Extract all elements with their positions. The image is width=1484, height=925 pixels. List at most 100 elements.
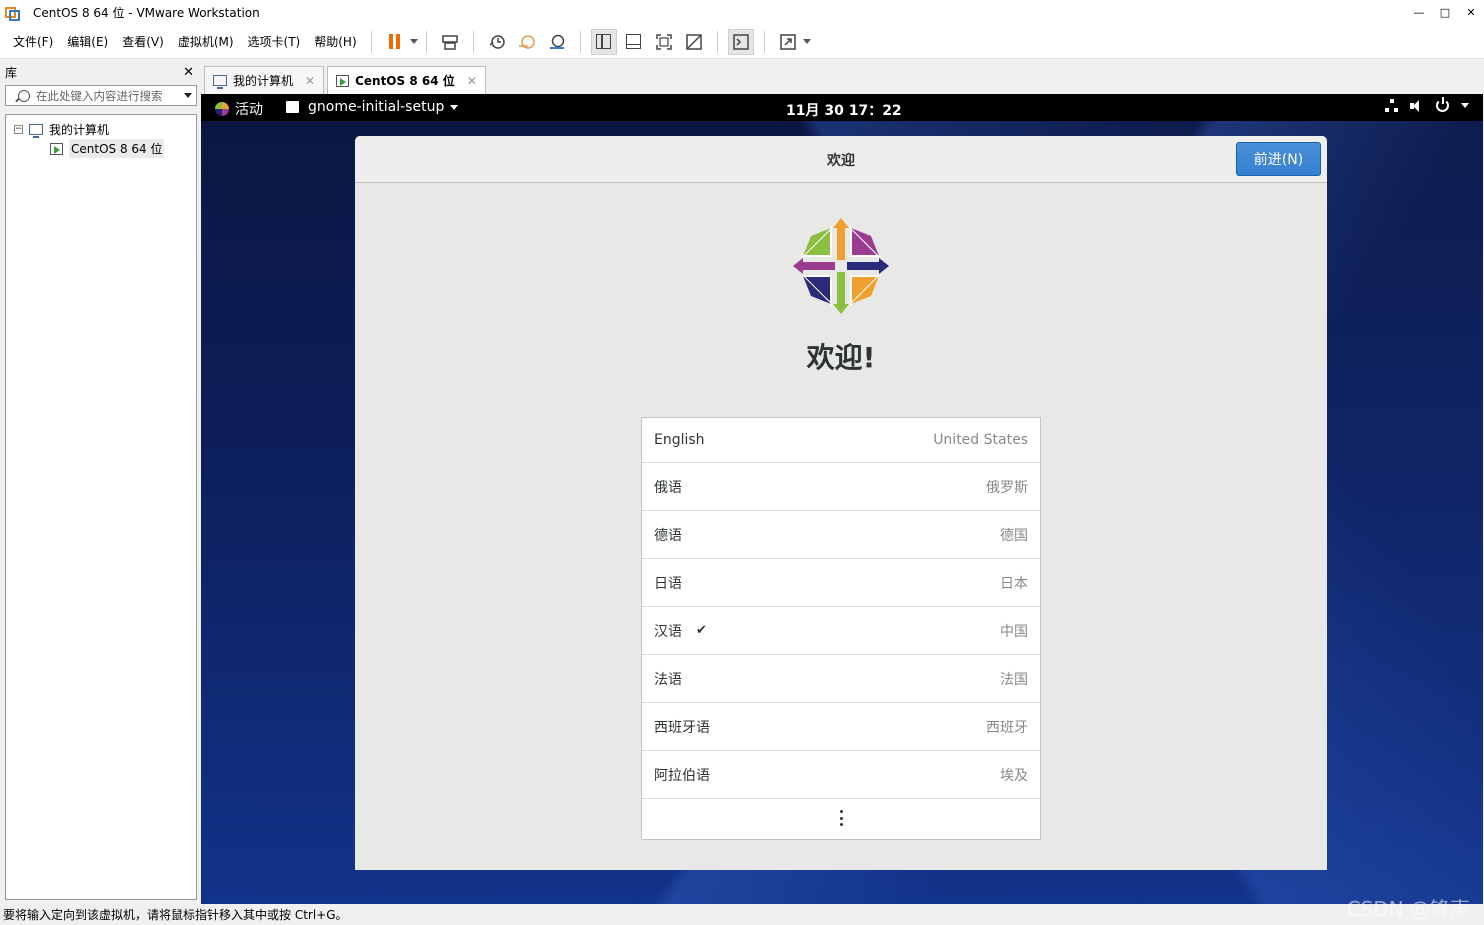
revert-snapshot-button[interactable] [514,29,540,55]
minimize-icon[interactable]: — [1406,0,1432,25]
language-row[interactable]: 日语 日本 [642,559,1040,607]
window-controls: — □ ✕ [1406,0,1484,25]
show-library-button[interactable] [590,28,617,55]
language-name: 汉语 [654,623,682,640]
computer-icon [29,124,43,138]
language-name: 法语 [654,671,682,688]
vm-running-icon [50,142,63,155]
library-search-placeholder: 在此处键入内容进行搜索 [36,88,163,103]
library-view-icon [596,34,612,49]
close-tab-icon[interactable]: ✕ [467,74,477,88]
network-icon [1385,99,1398,112]
title-bar: CentOS 8 64 位 - VMware Workstation — □ ✕ [0,0,1484,25]
stretch-dropdown-icon[interactable] [802,39,811,44]
pause-button[interactable] [382,29,408,55]
pause-icon [389,34,401,49]
library-header: 库 ✕ [0,62,200,82]
status-bar: 要将输入定向到该虚拟机，请将鼠标指针移入其中或按 Ctrl+G。 [0,904,1484,925]
clock[interactable]: 11月 30 17：22 [786,100,902,120]
language-name: 德语 [654,527,682,544]
show-thumbnail-bar-button[interactable] [621,29,647,55]
unity-icon [685,33,702,50]
search-icon [18,89,30,102]
more-languages-icon[interactable] [642,810,1040,826]
language-row[interactable]: 西班牙语 西班牙 [642,703,1040,751]
csdn-watermark: CSDN @锋声 [1346,897,1470,921]
system-tray[interactable] [1385,97,1469,112]
menu-view[interactable]: 查看(V) [116,33,170,50]
gnome-top-bar: 活动 gnome-initial-setup 11月 30 17：22 [201,94,1483,121]
chevron-down-icon[interactable] [184,93,192,98]
full-screen-button[interactable] [651,29,677,55]
language-region: 德国 [1000,527,1028,544]
language-region: 法国 [1000,671,1028,688]
vm-running-icon [336,74,350,87]
volume-icon [1410,99,1424,112]
activities-label: 活动 [235,102,263,118]
collapse-icon[interactable]: − [14,125,23,134]
terminal-icon [732,33,749,50]
tab-label: 我的计算机 [233,74,294,88]
language-region: United States [933,432,1028,448]
pause-dropdown-icon[interactable] [409,39,418,44]
tree-item-label: 我的计算机 [49,123,110,137]
initial-setup-dialog: 欢迎 前进(N) 欢迎! English United States 俄语 俄罗… [355,136,1327,870]
checkmark-icon: ✔ [696,623,707,638]
tree-item-centos[interactable]: CentOS 8 64 位 [50,139,165,158]
menu-tabs[interactable]: 选项卡(T) [242,33,307,50]
language-name: 西班牙语 [654,719,710,736]
status-text: 要将输入定向到该虚拟机，请将鼠标指针移入其中或按 Ctrl+G。 [3,908,348,922]
language-region: 日本 [1000,575,1028,592]
vm-console[interactable]: 活动 gnome-initial-setup 11月 30 17：22 欢迎 前… [201,94,1483,904]
dialog-title: 欢迎 [827,153,855,169]
close-icon[interactable]: ✕ [1458,0,1484,25]
toolbar-separator [763,30,765,53]
language-row[interactable]: English United States [642,418,1040,463]
tree-item-label: CentOS 8 64 位 [69,139,165,158]
fullscreen-icon [655,33,672,50]
toolbar-separator [716,30,718,53]
keyboard-send-icon [441,34,458,50]
revert-icon [518,34,535,49]
app-window-icon [286,101,299,113]
next-button[interactable]: 前进(N) [1236,142,1321,176]
tree-item-my-computer[interactable]: − 我的计算机 [14,121,109,138]
language-row[interactable]: 俄语 俄罗斯 [642,463,1040,511]
library-close-icon[interactable]: ✕ [183,65,194,80]
thumbnail-view-icon [626,34,642,49]
language-row[interactable]: 德语 德国 [642,511,1040,559]
maximize-icon[interactable]: □ [1432,0,1458,25]
window-title: CentOS 8 64 位 - VMware Workstation [33,6,260,20]
menu-edit[interactable]: 编辑(E) [61,33,114,50]
welcome-heading: 欢迎! [806,341,876,374]
language-region: 埃及 [1000,767,1028,784]
tab-centos[interactable]: CentOS 8 64 位 ✕ [327,66,486,94]
snapshot-manager-button[interactable] [544,29,570,55]
library-search-input[interactable]: 在此处键入内容进行搜索 [5,85,197,106]
unity-mode-button[interactable] [681,29,707,55]
library-title: 库 [5,65,18,80]
menu-vm[interactable]: 虚拟机(M) [172,33,240,50]
menu-help[interactable]: 帮助(H) [308,33,362,50]
language-region: 中国 [1000,623,1028,640]
stretch-icon [779,33,796,50]
app-menu[interactable]: gnome-initial-setup [286,99,459,115]
language-list: English United States 俄语 俄罗斯 德语 德国 日语 日本… [641,417,1041,840]
close-tab-icon[interactable]: ✕ [305,74,315,88]
send-ctrl-alt-del-button[interactable] [437,29,463,55]
stretch-guest-button[interactable] [775,29,801,55]
console-view-button[interactable] [727,28,754,55]
snapshot-button[interactable] [484,29,510,55]
activities-button[interactable]: 活动 [215,99,263,119]
language-row[interactable]: 阿拉伯语 埃及 [642,751,1040,799]
dialog-header: 欢迎 前进(N) [355,136,1327,183]
chevron-down-icon [1461,103,1469,108]
tab-my-computer[interactable]: 我的计算机 ✕ [204,66,325,94]
centos-logo-icon [215,102,229,116]
language-row-selected[interactable]: 汉语 ✔ 中国 [642,607,1040,655]
language-region: 西班牙 [986,719,1028,736]
computer-icon [213,75,227,89]
language-row[interactable]: 法语 法国 [642,655,1040,703]
language-region: 俄罗斯 [986,479,1028,496]
menu-file[interactable]: 文件(F) [7,33,59,50]
